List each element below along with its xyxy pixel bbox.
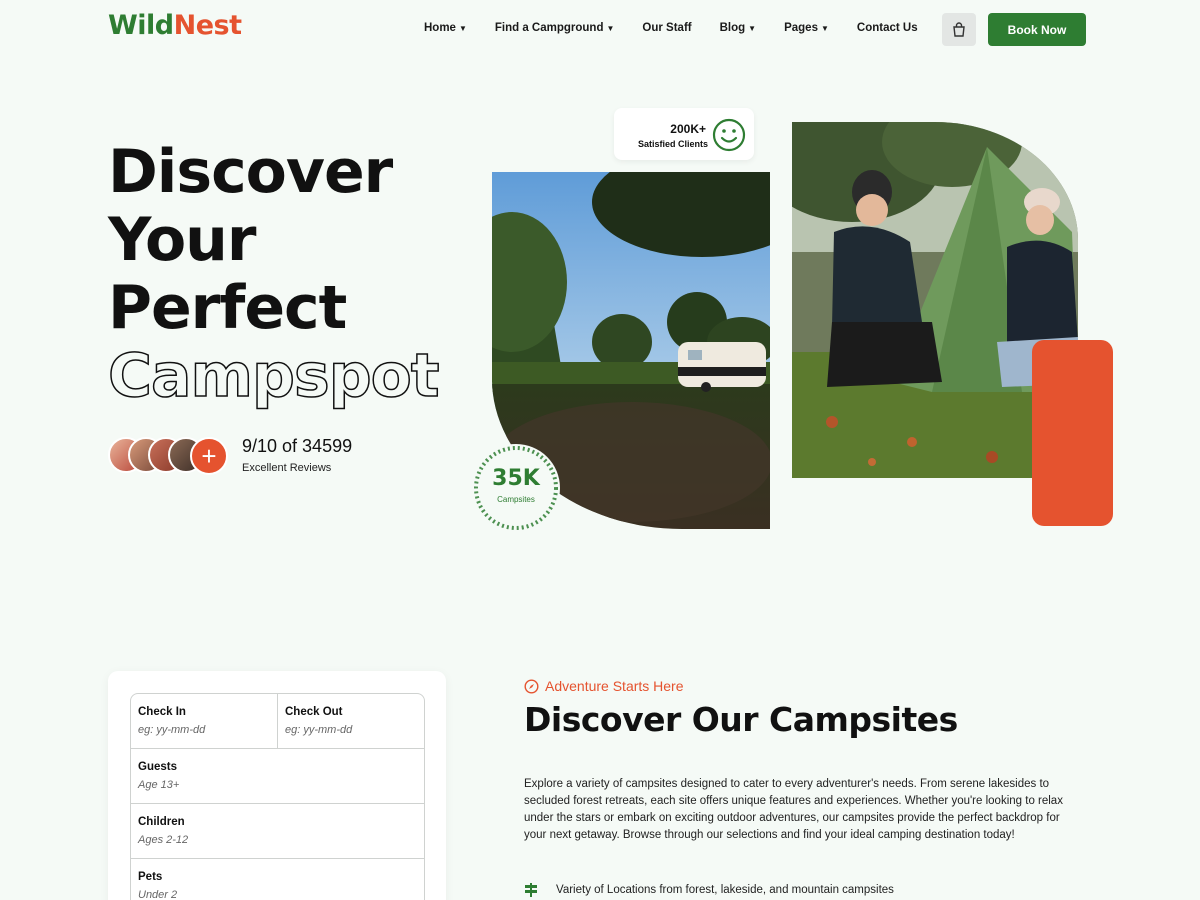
clients-label: Satisfied Clients [637, 139, 708, 149]
pets-placeholder: Under 2 [138, 889, 178, 900]
check-in-placeholder: eg: yy-mm-dd [138, 724, 206, 736]
hero-title: Discover Your Perfect Campspot [107, 137, 440, 411]
nav-blog[interactable]: Blog ▼ [720, 22, 756, 34]
guests-label: Guests [138, 761, 177, 773]
reviews-value: 9/10 of 34599 [242, 436, 353, 456]
eyebrow-text: Adventure Starts Here [545, 678, 684, 694]
nav-contact-us-label: Contact Us [856, 22, 918, 34]
check-in-field[interactable]: Check In eg: yy-mm-dd [131, 694, 277, 748]
hero-line-4-outline: Campspot [107, 341, 440, 411]
hero-line-3: Perfect [108, 273, 347, 343]
plus-icon[interactable]: + [190, 437, 228, 475]
check-out-label: Check Out [285, 706, 343, 718]
pets-field[interactable]: Pets Under 2 [131, 859, 424, 900]
nav-home[interactable]: Home ▼ [424, 22, 467, 34]
decorative-orange-block [1032, 340, 1113, 526]
reviews-label: Excellent Reviews [242, 462, 332, 474]
pets-label: Pets [138, 871, 163, 883]
nav-our-staff-label: Our Staff [642, 22, 692, 34]
logo-part-nest: Nest [173, 10, 242, 41]
campsites-count: 35K [492, 466, 540, 491]
compass-icon [524, 678, 539, 694]
avatar-stack: + [108, 436, 230, 475]
booking-form: Check In eg: yy-mm-dd Check Out eg: yy-m… [130, 693, 425, 900]
check-in-label: Check In [138, 706, 186, 718]
section-title: Discover Our Campsites [524, 700, 958, 739]
nav-contact-us[interactable]: Contact Us [857, 22, 918, 34]
hero-line-1: Discover [108, 137, 393, 207]
nav-our-staff[interactable]: Our Staff [642, 22, 691, 34]
campsites-label: Campsites [497, 495, 535, 504]
signpost-icon [525, 883, 537, 897]
satisfied-clients-badge: 200K+ Satisfied Clients [614, 108, 754, 160]
feature-text: Variety of Locations from forest, lakesi… [556, 884, 894, 896]
nav-home-label: Home [424, 22, 456, 34]
site-header: WildNest Home ▼ Find a Campground ▼ Our St… [0, 0, 1200, 60]
campsites-count-badge: 35K Campsites [468, 440, 564, 536]
feature-item: Variety of Locations from forest, lakesi… [524, 883, 894, 897]
shopping-bag-icon [953, 22, 965, 37]
children-placeholder: Ages 2-12 [138, 834, 189, 846]
hero-line-2: Your [108, 205, 256, 275]
chevron-down-icon: ▼ [458, 23, 467, 33]
site-logo[interactable]: WildNest [108, 10, 242, 41]
logo-part-wild: Wild [108, 10, 174, 41]
children-field[interactable]: Children Ages 2-12 [131, 804, 424, 858]
main-nav: Home ▼ Find a Campground ▼ Our Staff Blog ▼… [424, 22, 946, 34]
section-description: Explore a variety of campsites designed … [524, 778, 1063, 841]
cart-button[interactable] [942, 13, 976, 46]
section-eyebrow: Adventure Starts Here [524, 678, 684, 694]
nav-find-campground-label: Find a Campground [494, 22, 604, 34]
chevron-down-icon: ▼ [820, 23, 829, 33]
guests-placeholder: Age 13+ [138, 779, 180, 791]
chevron-down-icon: ▼ [606, 23, 615, 33]
nav-pages[interactable]: Pages ▼ [784, 22, 829, 34]
chevron-down-icon: ▼ [748, 23, 757, 33]
reviews-summary: + 9/10 of 34599 Excellent Reviews [108, 436, 353, 475]
check-out-field[interactable]: Check Out eg: yy-mm-dd [277, 694, 424, 748]
nav-blog-label: Blog [719, 22, 746, 34]
clients-count: 200K+ [670, 122, 706, 136]
book-now-button[interactable]: Book Now [988, 13, 1086, 46]
check-out-placeholder: eg: yy-mm-dd [285, 724, 353, 736]
smile-icon [712, 118, 746, 152]
nav-find-campground[interactable]: Find a Campground ▼ [495, 22, 615, 34]
nav-pages-label: Pages [784, 22, 818, 34]
guests-field[interactable]: Guests Age 13+ [131, 749, 424, 803]
booking-form-card: Check In eg: yy-mm-dd Check Out eg: yy-m… [108, 671, 446, 900]
children-label: Children [138, 816, 185, 828]
